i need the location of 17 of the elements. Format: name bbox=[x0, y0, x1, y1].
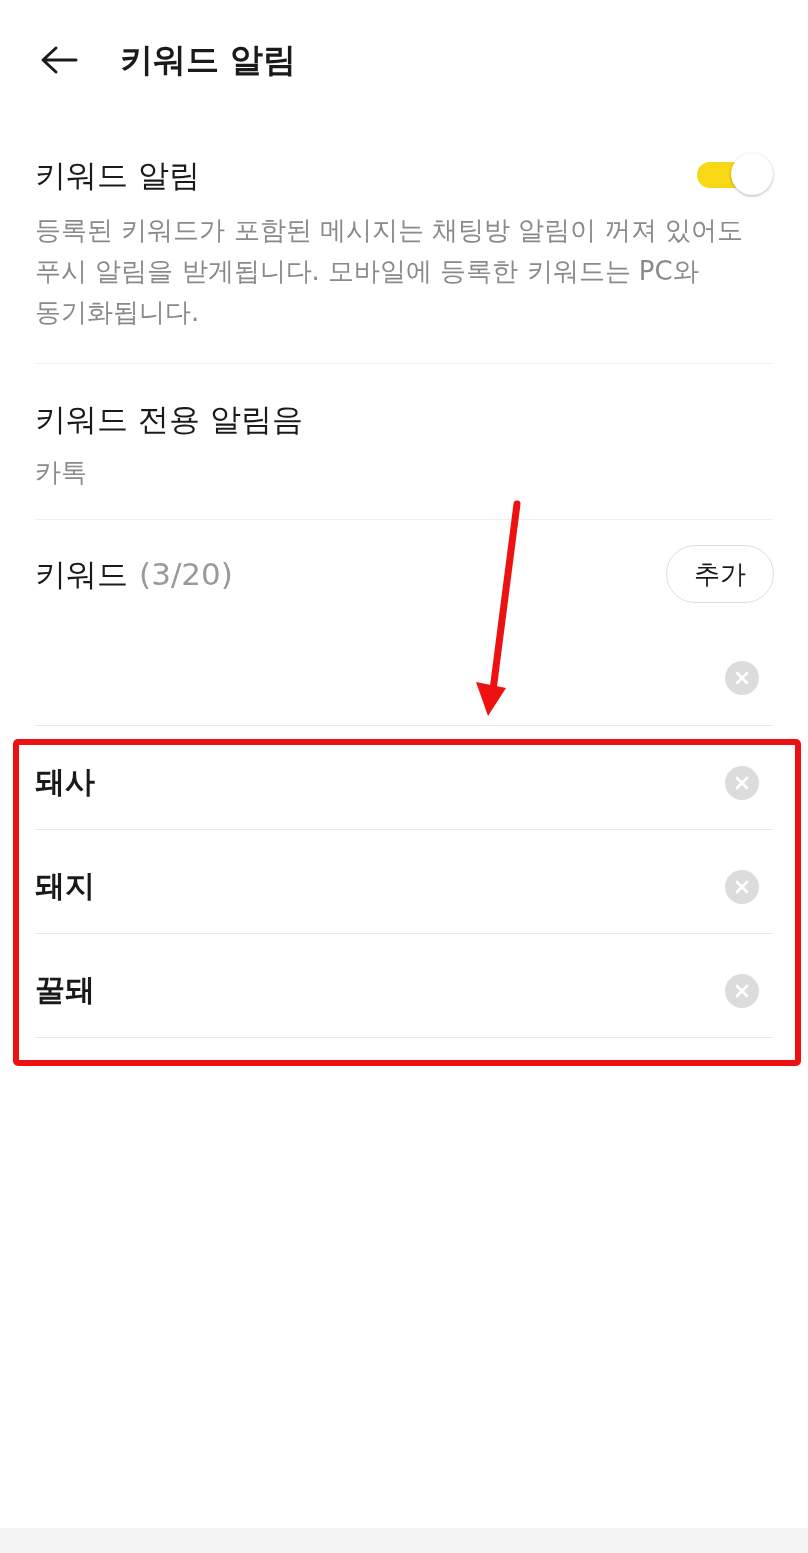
keyword-text: 꿀돼 bbox=[35, 971, 95, 1009]
remove-icon[interactable] bbox=[725, 660, 759, 695]
page-title: 키워드 알림 bbox=[120, 38, 297, 81]
toggle-switch[interactable] bbox=[697, 152, 775, 198]
keyword-count: (3/20) bbox=[139, 556, 233, 592]
add-button[interactable]: 추가 bbox=[666, 545, 774, 603]
setting-value: 카톡 bbox=[35, 456, 88, 489]
setting-label[interactable]: 키워드 전용 알림음 bbox=[35, 398, 773, 440]
setting-description: 등록된 키워드가 포함된 메시지는 채팅방 알림이 꺼져 있어도 푸시 알림을 받게됩니다. 모바일에 등록한 키워드는 PC와 동기화됩니다. bbox=[35, 214, 744, 329]
remove-icon[interactable] bbox=[725, 765, 759, 800]
keyword-text: 돼지 bbox=[35, 867, 95, 905]
remove-icon[interactable] bbox=[725, 869, 759, 904]
setting-label: 키워드 알림 bbox=[35, 156, 200, 195]
back-arrow-icon[interactable] bbox=[40, 45, 78, 75]
keyword-text: 돼사 bbox=[35, 763, 95, 801]
remove-icon[interactable] bbox=[725, 973, 759, 1008]
section-label: 키워드 bbox=[35, 556, 128, 592]
